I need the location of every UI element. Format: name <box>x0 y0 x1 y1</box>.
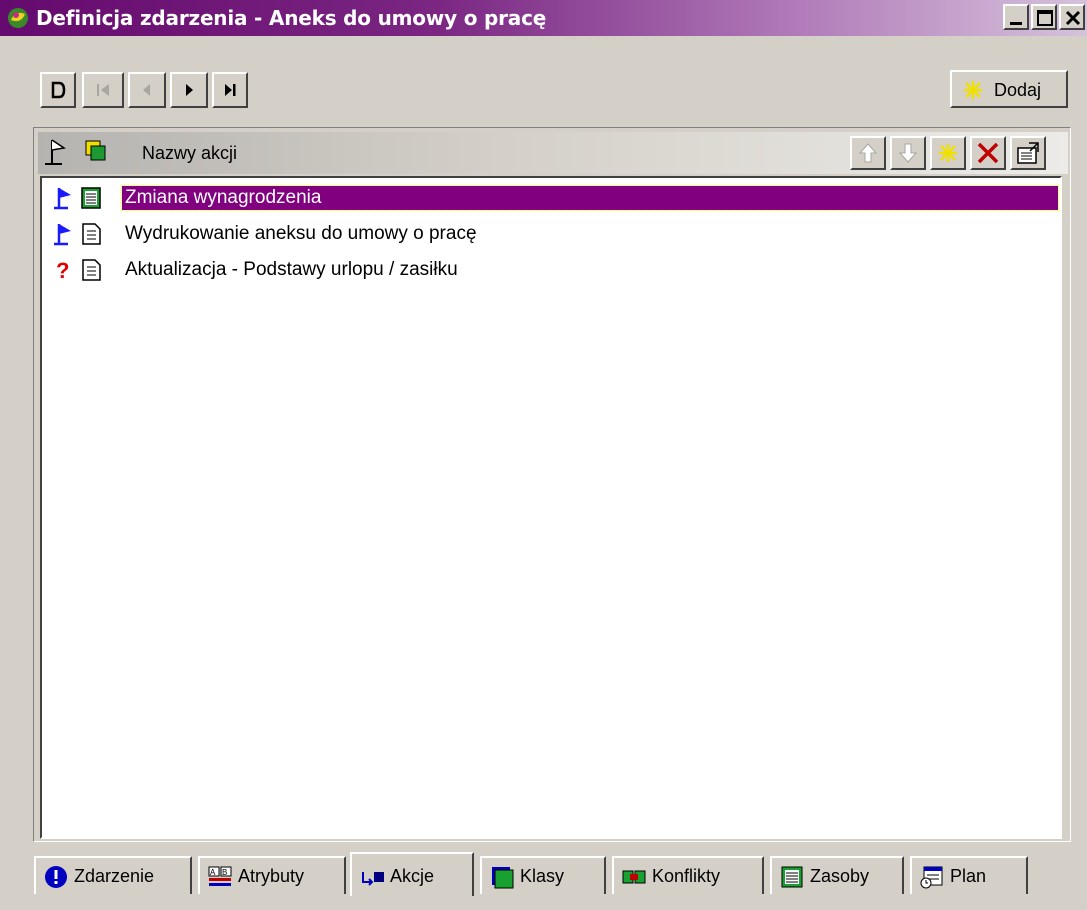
delete-icon <box>977 142 999 164</box>
tab-label: Atrybuty <box>238 866 305 886</box>
add-button-label: Dodaj <box>994 80 1042 100</box>
actions-list[interactable]: Zmiana wynagrodzenia Wydrukowanie aneksu… <box>40 176 1062 839</box>
tab-label: Klasy <box>520 866 565 886</box>
sparkle-icon <box>939 144 957 162</box>
minimize-icon <box>1010 22 1022 25</box>
app-icon <box>8 8 28 28</box>
list-item-label: Zmiana wynagrodzenia <box>121 185 1059 211</box>
tab-atrybuty[interactable]: AB Atrybuty <box>198 856 346 894</box>
maximize-icon <box>1037 10 1053 26</box>
first-record-button[interactable] <box>82 72 124 108</box>
flag-icon <box>54 188 71 210</box>
event-definition-window: Definicja zdarzenia - Aneks do umowy o p… <box>0 0 1087 910</box>
classes-icon <box>492 867 514 889</box>
close-icon <box>1065 10 1081 26</box>
title-bar[interactable]: Definicja zdarzenia - Aneks do umowy o p… <box>0 0 1087 36</box>
tab-label: Zasoby <box>810 866 870 886</box>
move-up-button[interactable] <box>850 136 886 170</box>
window-title: Definicja zdarzenia - Aneks do umowy o p… <box>36 6 547 30</box>
previous-record-button[interactable] <box>128 72 166 108</box>
tab-plan[interactable]: Plan <box>910 856 1028 894</box>
tab-zasoby[interactable]: Zasoby <box>770 856 904 894</box>
tab-klasy[interactable]: Klasy <box>480 856 606 894</box>
arrow-up-icon <box>858 143 878 163</box>
first-record-icon <box>97 84 109 96</box>
tab-label: Zdarzenie <box>74 866 155 886</box>
next-record-button[interactable] <box>170 72 208 108</box>
actions-icon <box>362 872 384 886</box>
minimize-button[interactable] <box>1003 4 1029 30</box>
close-button[interactable] <box>1059 4 1085 30</box>
resources-icon <box>781 866 803 888</box>
tab-label: Plan <box>950 866 987 886</box>
list-item-label: Wydrukowanie aneksu do umowy o pracę <box>125 223 477 244</box>
last-record-button[interactable] <box>212 72 248 108</box>
arrow-down-icon <box>898 143 918 163</box>
flag-column-icon[interactable] <box>42 134 74 170</box>
sparkle-icon <box>964 81 982 99</box>
question-icon: ? <box>56 258 69 282</box>
svg-text:B: B <box>222 868 227 877</box>
conflicts-icon <box>622 870 646 884</box>
list-header: Nazwy akcji <box>38 132 1068 174</box>
svg-text:A: A <box>210 868 216 877</box>
tab-zdarzenie[interactable]: Zdarzenie <box>34 856 192 894</box>
delete-action-button[interactable] <box>970 136 1006 170</box>
tab-label: Akcje <box>390 866 435 886</box>
list-item[interactable]: Wydrukowanie aneksu do umowy o pracę <box>48 218 1060 250</box>
svg-text:?: ? <box>56 258 69 282</box>
plan-icon <box>920 866 943 889</box>
new-record-button[interactable] <box>40 72 76 108</box>
list-item[interactable]: Zmiana wynagrodzenia <box>48 182 1060 214</box>
document-icon <box>82 223 101 245</box>
list-item-label: Aktualizacja - Podstawy urlopu / zasiłku <box>125 259 458 280</box>
info-icon <box>45 866 67 888</box>
add-button[interactable]: Dodaj <box>950 70 1068 108</box>
maximize-button[interactable] <box>1031 4 1057 30</box>
new-action-button[interactable] <box>930 136 966 170</box>
attributes-icon: AB <box>208 866 232 886</box>
copy-column-icon[interactable] <box>80 134 112 170</box>
tab-bar: Zdarzenie AB Atrybuty Akcje Klasy Konfli… <box>34 852 1074 896</box>
properties-button[interactable] <box>1010 136 1046 170</box>
new-record-icon <box>51 81 66 99</box>
tab-konflikty[interactable]: Konflikty <box>612 856 764 894</box>
form-document-icon <box>81 187 101 209</box>
list-item[interactable]: ? Aktualizacja - Podstawy urlopu / zasił… <box>48 254 1060 286</box>
next-record-icon <box>186 84 193 96</box>
tab-label: Konflikty <box>652 866 721 886</box>
previous-record-icon <box>143 84 150 96</box>
flag-icon <box>54 224 71 246</box>
column-header-actions[interactable]: Nazwy akcji <box>142 143 237 164</box>
move-down-button[interactable] <box>890 136 926 170</box>
properties-icon <box>1017 142 1039 164</box>
document-icon <box>82 259 101 281</box>
tab-akcje[interactable]: Akcje <box>350 852 474 896</box>
last-record-icon <box>225 84 236 96</box>
